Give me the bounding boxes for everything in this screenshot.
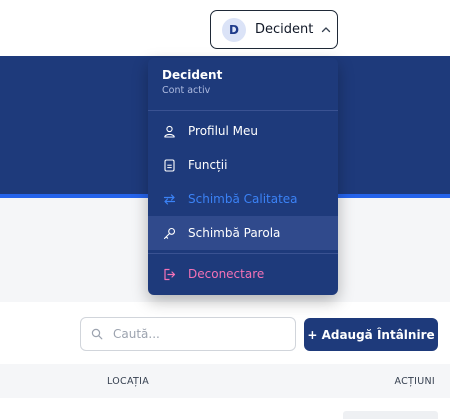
column-header-actions: ACȚIUNI bbox=[394, 376, 435, 387]
top-header: D Decident bbox=[0, 0, 450, 56]
search-input[interactable] bbox=[113, 327, 273, 341]
document-icon bbox=[164, 158, 175, 172]
user-icon bbox=[164, 125, 175, 138]
menu-item-label: Deconectare bbox=[188, 267, 265, 281]
user-name: Decident bbox=[255, 22, 314, 37]
search-icon bbox=[91, 328, 103, 340]
menu-item-label: Schimbă Parola bbox=[188, 226, 281, 240]
menu-item-functions[interactable]: Funcții bbox=[148, 148, 338, 182]
search-box[interactable] bbox=[80, 317, 296, 351]
menu-divider bbox=[148, 253, 338, 254]
menu-divider bbox=[148, 110, 338, 111]
logout-icon bbox=[164, 268, 176, 280]
menu-user-status: Cont activ bbox=[162, 85, 211, 96]
avatar: D bbox=[222, 17, 246, 42]
row-action-placeholder bbox=[343, 411, 438, 419]
table-header: LOCAȚIA ACȚIUNI bbox=[0, 364, 450, 398]
add-meeting-button[interactable]: + Adaugă Întâlnire bbox=[304, 318, 438, 351]
column-header-location: LOCAȚIA bbox=[107, 376, 150, 387]
menu-item-profile[interactable]: Profilul Meu bbox=[148, 114, 338, 148]
user-menu-button[interactable]: D Decident bbox=[210, 10, 338, 49]
key-icon bbox=[163, 227, 176, 239]
menu-user-name: Decident bbox=[162, 68, 223, 82]
swap-icon bbox=[163, 193, 176, 205]
menu-item-change-role[interactable]: Schimbă Calitatea bbox=[148, 182, 338, 216]
chevron-up-icon bbox=[322, 26, 331, 32]
menu-item-label: Funcții bbox=[188, 158, 228, 172]
menu-item-logout[interactable]: Deconectare bbox=[148, 257, 338, 291]
menu-item-label: Profilul Meu bbox=[188, 124, 259, 138]
menu-item-label: Schimbă Calitatea bbox=[188, 192, 298, 206]
menu-header: Decident Cont activ bbox=[162, 68, 222, 96]
user-dropdown-menu: Decident Cont activ Profilul Meu Funcții… bbox=[148, 58, 338, 295]
menu-item-change-password[interactable]: Schimbă Parola bbox=[148, 216, 338, 250]
